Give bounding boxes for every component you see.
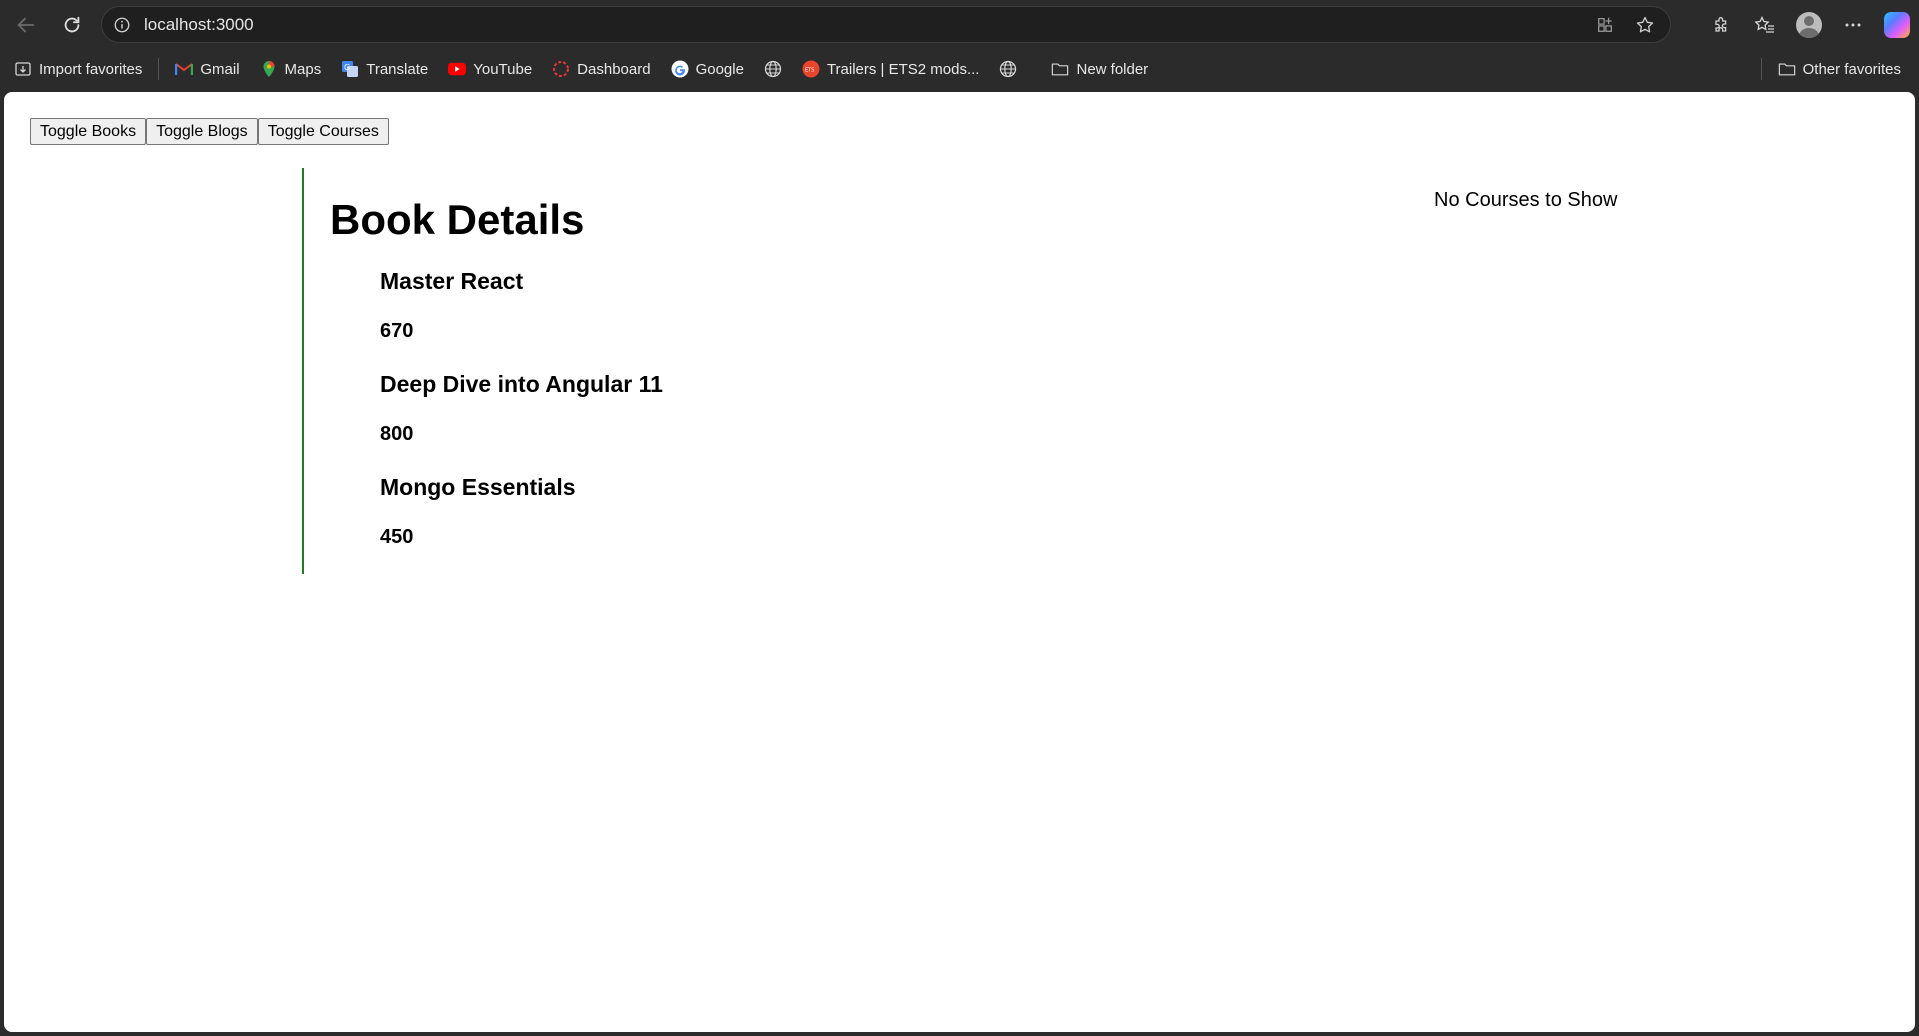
no-courses-message: No Courses to Show [1434,189,1618,211]
bookmark-new-folder[interactable]: New folder [1041,54,1158,84]
page-viewport: Toggle Books Toggle Blogs Toggle Courses… [4,92,1915,1032]
refresh-icon [64,16,80,32]
bookmark-label: YouTube [473,60,533,78]
book-price: 450 [380,526,414,548]
google-icon [671,60,689,78]
bookmark-label: Other favorites [1802,60,1901,78]
book-title: Master React [380,268,524,294]
bookmark-label: Translate [366,60,429,78]
book-item: Mongo Essentials 450 [380,474,663,577]
favorites-list-icon [1754,15,1774,33]
trailers-icon: ETS [802,60,820,78]
bookmark-trailers[interactable]: ETS Trailers | ETS2 mods... [792,54,990,84]
bookmarks-divider [158,58,160,80]
bookmarks-divider [1760,58,1762,80]
favorite-star-icon[interactable] [1632,12,1658,38]
book-title: Deep Dive into Angular 11 [380,371,663,397]
bookmark-label: Gmail [200,60,240,78]
ellipsis-icon [1845,23,1861,26]
refresh-button[interactable] [52,5,92,45]
avatar [1796,11,1822,38]
bookmark-label: New folder [1076,60,1149,78]
translate-icon: G [341,60,359,78]
folder-icon [1051,60,1069,78]
book-details-heading: Book Details [330,196,585,243]
url-text[interactable]: localhost:3000 [144,15,1592,35]
site-info-icon[interactable] [112,15,132,35]
bookmark-label: Google [695,60,744,78]
bookmark-translate[interactable]: G Translate [331,54,438,84]
bookmark-youtube[interactable]: YouTube [438,54,542,84]
puzzle-icon [1715,16,1727,32]
copilot-button[interactable] [1875,5,1919,45]
more-menu-button[interactable] [1831,5,1875,45]
bookmark-label: Dashboard [577,60,651,78]
back-button[interactable] [6,5,46,45]
youtube-icon [448,60,467,78]
gmail-icon [175,60,194,78]
book-price: 670 [380,320,414,342]
folder-icon [1778,60,1796,78]
bookmarks-bar: Import favorites Gmail Maps G Translate … [0,49,1919,89]
extensions-button[interactable] [1699,5,1743,45]
browser-right-tools [1699,0,1919,49]
book-title: Mongo Essentials [380,474,576,500]
bookmark-other-favorites[interactable]: Other favorites [1768,54,1911,84]
toggle-button-row: Toggle Books Toggle Blogs Toggle Courses [30,118,389,145]
book-item: Master React 670 [380,268,663,371]
maps-icon [260,60,278,78]
bookmarks-right: Other favorites [1755,49,1911,89]
svg-text:ETS: ETS [805,68,814,74]
svg-text:G: G [344,63,350,72]
bookmark-globe-2[interactable] [989,54,1027,84]
bookmark-label: Maps [284,60,322,78]
import-icon [14,60,32,78]
app-available-icon[interactable] [1592,12,1618,38]
toggle-courses-button[interactable]: Toggle Courses [257,118,389,145]
bookmark-label: Trailers | ETS2 mods... [826,60,980,78]
book-item: Deep Dive into Angular 11 800 [380,371,663,474]
profile-button[interactable] [1787,5,1831,45]
favorites-button[interactable] [1743,5,1787,45]
book-details-section: Book Details Master React 670 Deep Dive … [302,168,784,574]
globe-icon [764,60,782,78]
book-price: 800 [380,423,414,445]
book-list: Master React 670 Deep Dive into Angular … [380,268,663,577]
bookmark-label: Import favorites [39,60,143,78]
bookmark-globe-1[interactable] [754,54,792,84]
bookmark-dashboard[interactable]: Dashboard [542,54,660,84]
dashboard-icon [552,60,570,78]
globe-icon [999,60,1017,78]
toggle-blogs-button[interactable]: Toggle Blogs [146,118,258,145]
bookmark-maps[interactable]: Maps [250,54,332,84]
copilot-icon [1884,11,1910,38]
bookmark-import-favorites[interactable]: Import favorites [4,54,152,84]
address-bar[interactable]: localhost:3000 [101,6,1671,43]
back-arrow-icon [17,17,35,32]
bookmark-google[interactable]: Google [661,54,754,84]
bookmark-gmail[interactable]: Gmail [165,54,249,84]
toggle-books-button[interactable]: Toggle Books [30,118,147,145]
